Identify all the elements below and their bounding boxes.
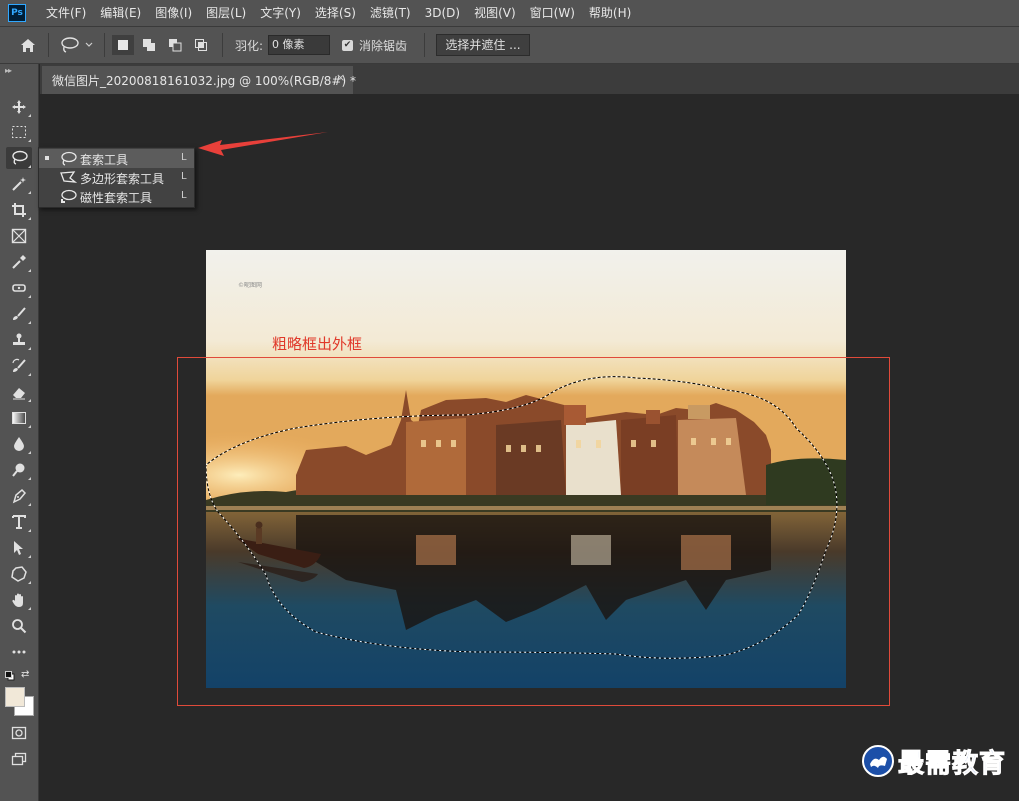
- flyout-item-label: 磁性套索工具: [80, 191, 153, 205]
- dodge-icon[interactable]: [6, 459, 32, 481]
- flyout-item-magnetic-lasso[interactable]: 磁性套索工具 L: [39, 187, 194, 206]
- eraser-icon[interactable]: [6, 381, 32, 403]
- annotation-label: 粗略框出外框: [272, 335, 363, 353]
- menu-window[interactable]: 窗口(W): [530, 0, 575, 26]
- antialias-checkbox[interactable]: ✔: [342, 40, 353, 51]
- default-colors-icon[interactable]: [5, 670, 15, 684]
- more-icon[interactable]: [6, 641, 32, 663]
- close-icon[interactable]: ×: [336, 71, 345, 84]
- path-select-icon[interactable]: [6, 537, 32, 559]
- menu-filter[interactable]: 滤镜(T): [370, 0, 411, 26]
- document-tab-bar: 微信图片_20200818161032.jpg @ 100%(RGB/8#) *…: [40, 64, 1019, 94]
- flyout-item-label: 套索工具: [80, 153, 129, 167]
- flyout-item-label: 多边形套索工具: [80, 172, 165, 186]
- menu-edit[interactable]: 编辑(E): [100, 0, 141, 26]
- menu-image[interactable]: 图像(I): [155, 0, 192, 26]
- select-and-mask-button[interactable]: 选择并遮住 ...: [436, 34, 530, 56]
- magnetic-lasso-icon: [61, 189, 77, 203]
- polygonal-lasso-icon: [60, 171, 77, 183]
- move-icon[interactable]: [6, 96, 32, 118]
- menu-file[interactable]: 文件(F): [46, 0, 86, 26]
- swap-colors-icon[interactable]: ⇄: [21, 669, 29, 680]
- menu-view[interactable]: 视图(V): [474, 0, 516, 26]
- selected-bullet-icon: [45, 156, 49, 160]
- menu-bar: Ps 文件(F) 编辑(E) 图像(I) 图层(L) 文字(Y) 选择(S) 滤…: [0, 0, 1019, 26]
- foreground-color-swatch[interactable]: [5, 687, 25, 707]
- menu-help[interactable]: 帮助(H): [589, 0, 631, 26]
- pen-icon[interactable]: [6, 485, 32, 507]
- divider: [104, 33, 105, 57]
- blur-icon[interactable]: [6, 433, 32, 455]
- options-bar: 羽化: 0 像素 ✔ 消除锯齿 选择并遮住 ...: [0, 26, 1019, 64]
- tool-preset-picker[interactable]: [58, 35, 98, 55]
- lasso-tool-flyout: 套索工具 L 多边形套索工具 L 磁性套索工具 L: [38, 147, 195, 208]
- red-arrow-icon: [198, 132, 328, 156]
- new-selection-icon[interactable]: [112, 35, 134, 55]
- intersect-selection-icon[interactable]: [190, 35, 212, 55]
- lasso-icon: [61, 37, 93, 53]
- marquee-icon[interactable]: [6, 121, 32, 143]
- flyout-item-shortcut: L: [181, 152, 187, 163]
- menu-select[interactable]: 选择(S): [315, 0, 356, 26]
- shape-icon[interactable]: [6, 563, 32, 585]
- eyedropper-icon[interactable]: [6, 251, 32, 273]
- watermark-logo-icon: [862, 745, 894, 777]
- menu-items: 文件(F) 编辑(E) 图像(I) 图层(L) 文字(Y) 选择(S) 滤镜(T…: [46, 0, 645, 26]
- crop-icon[interactable]: [6, 199, 32, 221]
- menu-type[interactable]: 文字(Y): [260, 0, 301, 26]
- toolbox: ▸▸ ⇄: [0, 64, 39, 801]
- brush-icon[interactable]: [6, 303, 32, 325]
- stamp-icon[interactable]: [6, 329, 32, 351]
- flyout-item-polygonal-lasso[interactable]: 多边形套索工具 L: [39, 168, 194, 187]
- watermark: 最需教育: [862, 743, 1006, 779]
- subtract-from-selection-icon[interactable]: [164, 35, 186, 55]
- divider: [424, 33, 425, 57]
- home-icon[interactable]: [17, 35, 39, 55]
- gradient-icon[interactable]: [6, 407, 32, 429]
- lasso-icon[interactable]: [6, 147, 32, 169]
- quick-mask-icon[interactable]: [6, 722, 32, 744]
- feather-input[interactable]: 0 像素: [268, 35, 330, 55]
- hand-icon[interactable]: [6, 589, 32, 611]
- frame-icon[interactable]: [6, 225, 32, 247]
- history-brush-icon[interactable]: [6, 355, 32, 377]
- watermark-text: 最需教育: [897, 748, 1007, 779]
- zoom-icon[interactable]: [6, 615, 32, 637]
- menu-layer[interactable]: 图层(L): [206, 0, 246, 26]
- add-to-selection-icon[interactable]: [138, 35, 160, 55]
- magic-wand-icon[interactable]: [6, 173, 32, 195]
- annotation-rectangle: [177, 357, 890, 706]
- flyout-item-shortcut: L: [181, 190, 187, 201]
- screen-mode-icon[interactable]: [6, 748, 32, 770]
- menu-3d[interactable]: 3D(D): [425, 0, 460, 26]
- divider: [48, 33, 49, 57]
- document-tab-title: 微信图片_20200818161032.jpg @ 100%(RGB/8#) *: [52, 74, 356, 88]
- divider: [222, 33, 223, 57]
- flyout-item-lasso[interactable]: 套索工具 L: [39, 149, 194, 168]
- feather-label: 羽化:: [235, 39, 264, 53]
- document-tab[interactable]: 微信图片_20200818161032.jpg @ 100%(RGB/8#) *…: [42, 66, 356, 94]
- flyout-item-shortcut: L: [181, 171, 187, 182]
- healing-icon[interactable]: [6, 277, 32, 299]
- lasso-icon: [61, 151, 77, 166]
- toolbox-grip-icon[interactable]: ▸▸: [5, 66, 12, 75]
- photoshop-logo: Ps: [8, 4, 26, 22]
- type-icon[interactable]: [6, 511, 32, 533]
- antialias-label: 消除锯齿: [359, 39, 408, 53]
